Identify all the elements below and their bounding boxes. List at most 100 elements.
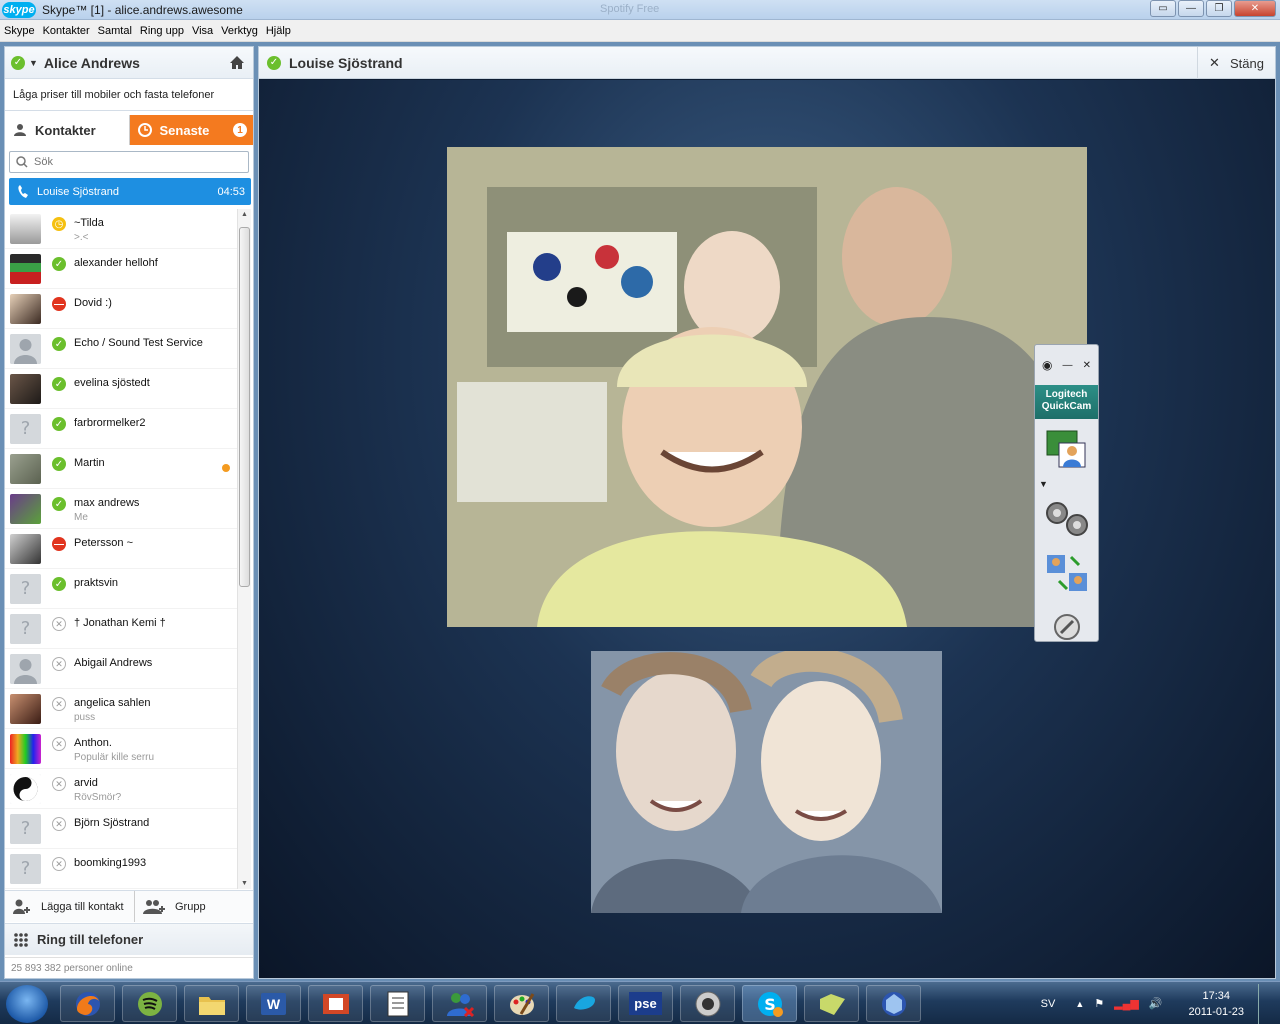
chevron-down-icon[interactable]: ▼ xyxy=(29,58,38,68)
notification-badge: 1 xyxy=(233,123,247,137)
show-hidden-icons-icon[interactable]: ▲ xyxy=(1075,999,1084,1009)
list-item[interactable]: ? ✓ farbrormelker2 xyxy=(5,409,238,449)
scroll-up-icon[interactable]: ▲ xyxy=(241,211,248,218)
menu-verktyg[interactable]: Verktyg xyxy=(221,25,258,37)
tab-senaste[interactable]: Senaste 1 xyxy=(129,115,253,145)
promo-link[interactable]: Låga priser till mobiler och fasta telef… xyxy=(5,79,253,111)
close-icon[interactable]: ✕ xyxy=(1083,360,1091,371)
network-app-icon[interactable] xyxy=(866,985,921,1022)
flag-icon[interactable]: ⚑ xyxy=(1094,997,1104,1010)
list-item[interactable]: ✕ Anthon. Populär kille serru xyxy=(5,729,238,769)
list-item[interactable]: ✓ Martin xyxy=(5,449,238,489)
list-item[interactable]: ✕ arvid RövSmör? xyxy=(5,769,238,809)
list-item[interactable]: ◷ ~Tilda >.< xyxy=(5,209,238,249)
word-label: W xyxy=(260,992,287,1015)
menu-ring-upp[interactable]: Ring upp xyxy=(140,25,184,37)
avatar: ? xyxy=(10,574,41,604)
list-item[interactable]: ✕ angelica sahlen puss xyxy=(5,689,238,729)
home-icon[interactable] xyxy=(229,55,245,70)
start-button[interactable] xyxy=(6,985,48,1023)
list-item[interactable]: ? ✕ boomking1993 xyxy=(5,849,238,889)
video-effects-button[interactable] xyxy=(1043,425,1091,473)
online-status-icon[interactable]: ✓ xyxy=(11,55,25,70)
online-status-icon: ✓ xyxy=(52,577,66,591)
expand-arrow-icon[interactable]: ▼ xyxy=(1035,479,1098,489)
list-item[interactable]: ? ✕ Björn Sjöstrand xyxy=(5,809,238,849)
online-status-icon: ✓ xyxy=(52,377,66,391)
list-item[interactable]: — Petersson ~ xyxy=(5,529,238,569)
search-input[interactable] xyxy=(34,156,234,168)
volume-icon[interactable]: 🔊 xyxy=(1149,997,1163,1010)
clock[interactable]: 17:34 2011-01-23 xyxy=(1189,988,1244,1020)
close-conversation-button[interactable]: ✕ Stäng xyxy=(1197,47,1275,79)
list-item[interactable]: ✓ alexander hellohf xyxy=(5,249,238,289)
list-item[interactable]: — Dovid :) xyxy=(5,289,238,329)
show-desktop-button[interactable] xyxy=(1258,983,1270,1024)
telenor-icon[interactable] xyxy=(556,985,611,1022)
call-phones-button[interactable]: Ring till telefoner xyxy=(5,923,253,955)
contact-name: ~Tilda xyxy=(74,217,104,229)
search-box[interactable] xyxy=(9,151,249,173)
list-item[interactable]: ✓ Echo / Sound Test Service xyxy=(5,329,238,369)
webcam-app-icon[interactable] xyxy=(680,985,735,1022)
list-item[interactable]: ✓ evelina sjöstedt xyxy=(5,369,238,409)
default-avatar-icon xyxy=(10,654,41,684)
word-icon[interactable]: W xyxy=(246,985,301,1022)
network-signal-icon[interactable]: ▂▄▆ xyxy=(1114,997,1139,1010)
svg-text:?: ? xyxy=(21,418,31,439)
unknown-avatar-icon: ? xyxy=(10,614,41,644)
spotify-icon[interactable] xyxy=(122,985,177,1022)
menu-samtal[interactable]: Samtal xyxy=(98,25,132,37)
group-button[interactable]: Grupp xyxy=(135,891,206,922)
list-item[interactable]: ? ✓ praktsvin xyxy=(5,569,238,609)
minimize-icon[interactable]: — xyxy=(1063,360,1073,371)
background-window-title: Spotify Free xyxy=(600,3,660,15)
menu-hjalp[interactable]: Hjälp xyxy=(266,25,291,37)
user-header[interactable]: ✓ ▼ Alice Andrews xyxy=(5,47,253,79)
messenger-icon[interactable] xyxy=(432,985,487,1022)
call-phones-label: Ring till telefoner xyxy=(37,932,144,947)
conversation-name[interactable]: Louise Sjöstrand xyxy=(289,55,403,71)
menu-kontakter[interactable]: Kontakter xyxy=(43,25,90,37)
contact-mood: >.< xyxy=(74,232,89,243)
avatar xyxy=(10,454,41,484)
svg-text:?: ? xyxy=(21,858,31,879)
contact-list-scrollbar[interactable]: ▲ ▼ xyxy=(237,209,251,889)
tab-kontakter[interactable]: Kontakter xyxy=(5,115,130,145)
face-tracking-button[interactable] xyxy=(1043,549,1091,597)
yin-yang-avatar-icon xyxy=(10,774,41,804)
notepad-icon[interactable] xyxy=(370,985,425,1022)
contact-actions-bar: Lägga till kontakt Grupp xyxy=(5,890,253,922)
scrollbar-thumb[interactable] xyxy=(239,227,250,587)
skype-taskbar-icon[interactable]: S xyxy=(742,985,797,1022)
scroll-down-icon[interactable]: ▼ xyxy=(241,880,248,887)
restore-compact-button[interactable]: ▭ xyxy=(1150,0,1176,17)
add-contact-button[interactable]: Lägga till kontakt xyxy=(5,891,135,922)
active-call-item[interactable]: Louise Sjöstrand 04:53 xyxy=(9,178,251,205)
paint-icon[interactable] xyxy=(494,985,549,1022)
clock-icon xyxy=(137,123,152,137)
online-status-icon: ✓ xyxy=(52,457,66,471)
folder-icon[interactable] xyxy=(804,985,859,1022)
menu-skype[interactable]: Skype xyxy=(4,25,35,37)
list-item[interactable]: ? ✕ † Jonathan Kemi † xyxy=(5,609,238,649)
list-item[interactable]: ✓ max andrews Me xyxy=(5,489,238,529)
settings-button[interactable] xyxy=(1043,495,1091,543)
firefox-icon[interactable] xyxy=(60,985,115,1022)
maximize-button[interactable]: ❐ xyxy=(1206,0,1232,17)
photoshop-elements-icon[interactable]: pse xyxy=(618,985,673,1022)
language-indicator[interactable]: SV xyxy=(1041,998,1056,1010)
menu-visa[interactable]: Visa xyxy=(192,25,213,37)
search-icon xyxy=(16,156,28,168)
remote-video[interactable] xyxy=(447,147,1087,627)
away-status-icon: ◷ xyxy=(52,217,66,231)
quickcam-help-button[interactable] xyxy=(1043,603,1091,651)
close-window-button[interactable]: ✕ xyxy=(1234,0,1276,17)
file-explorer-icon[interactable] xyxy=(184,985,239,1022)
local-video-preview[interactable] xyxy=(591,651,942,913)
list-item[interactable]: ✕ Abigail Andrews xyxy=(5,649,238,689)
svg-text:?: ? xyxy=(21,618,31,639)
minimize-button[interactable]: — xyxy=(1178,0,1204,17)
video-effects-icon xyxy=(1046,430,1085,468)
powerpoint-icon[interactable] xyxy=(308,985,363,1022)
